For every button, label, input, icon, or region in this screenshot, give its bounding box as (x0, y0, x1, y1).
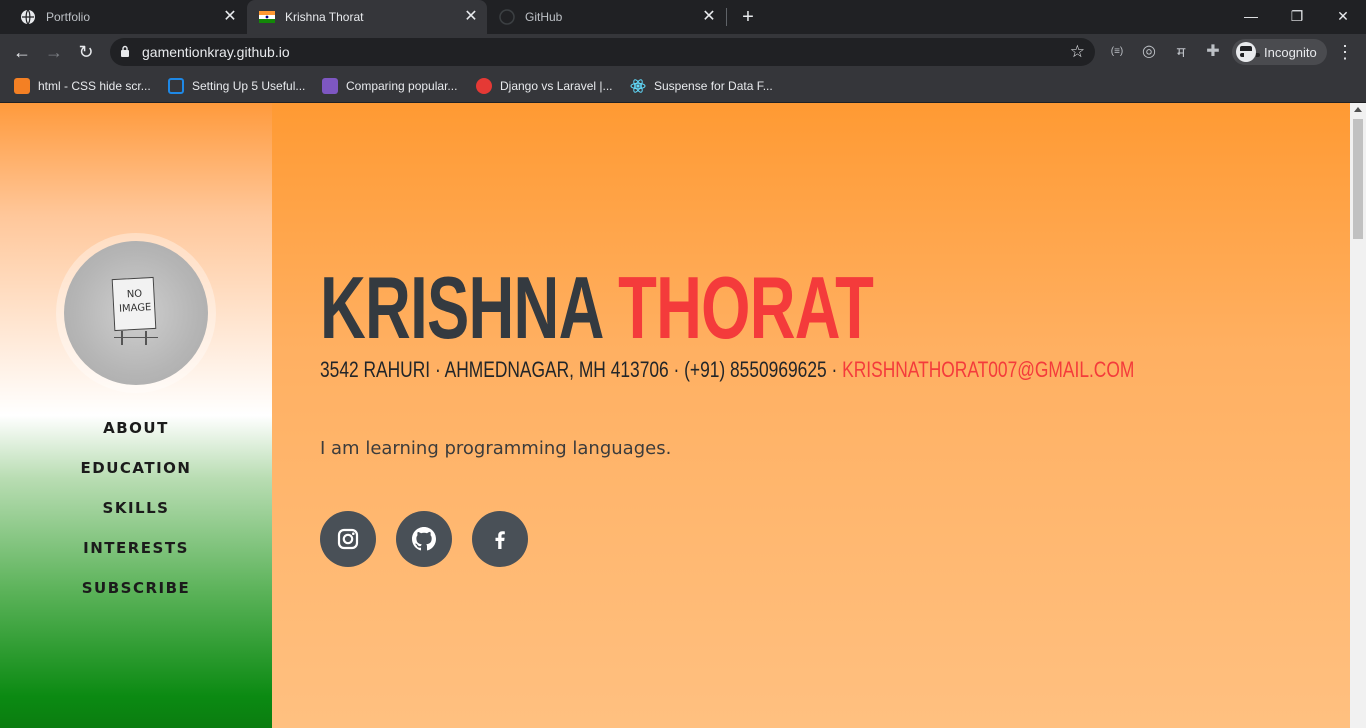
rocket-icon (322, 78, 338, 94)
extension-icon[interactable]: (≡) (1107, 42, 1127, 62)
scrollbar-thumb[interactable] (1353, 119, 1363, 239)
close-icon[interactable]: ✕ (463, 9, 479, 25)
reload-button[interactable]: ↻ (74, 40, 98, 64)
github-icon (412, 527, 436, 551)
no-image-sign: NO IMAGE (111, 276, 157, 332)
incognito-icon (1236, 42, 1260, 62)
page-title: KRISHNA THORAT (320, 263, 874, 353)
first-name: KRISHNA (320, 258, 602, 357)
tab-github[interactable]: GitHub ✕ (487, 0, 725, 34)
email-link[interactable]: KRISHNATHORAT007@GMAIL.COM (842, 357, 1134, 382)
tab-separator (726, 8, 727, 26)
react-icon (630, 79, 646, 93)
bookmark-item[interactable]: Comparing popular... (322, 76, 457, 96)
incognito-badge[interactable]: Incognito (1232, 39, 1327, 65)
bookmark-item[interactable]: html - CSS hide scr... (14, 76, 151, 96)
hindi-extension-icon[interactable]: म (1171, 42, 1191, 62)
bookmark-item[interactable]: Django vs Laravel |... (476, 76, 613, 96)
bookmark-label: Setting Up 5 Useful... (192, 79, 306, 93)
forward-button[interactable]: → (42, 40, 66, 64)
bookmark-label: Comparing popular... (346, 79, 458, 93)
puzzle-icon[interactable]: ✚ (1203, 42, 1223, 62)
instagram-icon (337, 528, 359, 550)
page-viewport: NO IMAGE ABOUT EDUCATION SKILLS INTEREST… (0, 103, 1366, 728)
tab-strip: Portfolio ✕ Krishna Thorat ✕ GitHub ✕ + … (0, 0, 1366, 34)
bookmark-item[interactable]: Setting Up 5 Useful... (168, 76, 305, 96)
bookmark-star-icon[interactable]: ☆ (1070, 42, 1085, 62)
github-button[interactable] (396, 511, 452, 567)
social-links (320, 511, 548, 567)
menu-icon[interactable]: ⋮ (1336, 40, 1354, 64)
record-extension-icon[interactable]: ◎ (1139, 42, 1159, 62)
tab-label: GitHub (525, 10, 563, 24)
contact-line: 3542 RAHURI · AHMEDNAGAR, MH 413706 · (+… (320, 357, 1134, 383)
avatar-text: IMAGE (118, 302, 152, 315)
facebook-button[interactable] (472, 511, 528, 567)
tab-label: Portfolio (46, 10, 91, 24)
stackoverflow-icon (14, 78, 30, 94)
bookmark-label: Suspense for Data F... (654, 79, 773, 93)
contact-address: 3542 RAHURI · AHMEDNAGAR, MH 413706 · (+… (320, 357, 843, 382)
about-section: KRISHNA THORAT 3542 RAHURI · AHMEDNAGAR,… (272, 103, 1350, 728)
browser-toolbar: ← → ↻ gamentionkray.github.io ☆ (≡) ◎ म … (0, 34, 1366, 70)
india-flag-icon (259, 11, 275, 23)
incognito-label: Incognito (1264, 44, 1317, 60)
close-icon[interactable]: ✕ (222, 9, 238, 25)
bookmark-label: html - CSS hide scr... (38, 79, 151, 93)
close-icon[interactable]: ✕ (701, 9, 717, 25)
nav-about[interactable]: ABOUT (0, 415, 272, 455)
tab-portfolio[interactable]: Portfolio ✕ (8, 0, 246, 34)
nav-interests[interactable]: INTERESTS (0, 535, 272, 575)
restore-button[interactable]: ❐ (1274, 4, 1320, 28)
address-bar[interactable]: gamentionkray.github.io ☆ (110, 38, 1095, 66)
scroll-up-icon[interactable] (1354, 107, 1362, 112)
nav-education[interactable]: EDUCATION (0, 455, 272, 495)
facebook-icon (495, 531, 505, 549)
tab-label: Krishna Thorat (285, 10, 364, 24)
window-close-button[interactable]: ✕ (1320, 4, 1366, 28)
last-name: THORAT (618, 258, 874, 357)
globe-icon (21, 9, 35, 25)
figure-shoulders (114, 337, 158, 351)
github-icon (499, 9, 515, 25)
sidebar: NO IMAGE ABOUT EDUCATION SKILLS INTEREST… (0, 103, 272, 728)
bookmarks-bar: html - CSS hide scr... Setting Up 5 Usef… (0, 70, 1366, 103)
back-button[interactable]: ← (10, 40, 34, 64)
tab-krishna-thorat[interactable]: Krishna Thorat ✕ (247, 0, 487, 34)
nav-skills[interactable]: SKILLS (0, 495, 272, 535)
bookmark-item[interactable]: Suspense for Data F... (630, 76, 773, 96)
tagline: I am learning programming languages. (320, 438, 672, 459)
edureka-icon (476, 78, 492, 94)
minimize-button[interactable]: — (1228, 4, 1274, 28)
instagram-button[interactable] (320, 511, 376, 567)
bookmark-label: Django vs Laravel |... (500, 79, 613, 93)
new-tab-button[interactable]: + (738, 7, 758, 27)
nav-subscribe[interactable]: SUBSCRIBE (0, 575, 272, 615)
lock-icon (121, 45, 129, 57)
page-scrollbar[interactable] (1350, 103, 1366, 728)
url-text[interactable]: gamentionkray.github.io (142, 44, 290, 60)
avatar-text: NO (126, 288, 143, 301)
avatar: NO IMAGE (64, 241, 208, 385)
sidebar-nav: ABOUT EDUCATION SKILLS INTERESTS SUBSCRI… (0, 415, 272, 615)
bookmark-doc-icon (168, 78, 184, 94)
